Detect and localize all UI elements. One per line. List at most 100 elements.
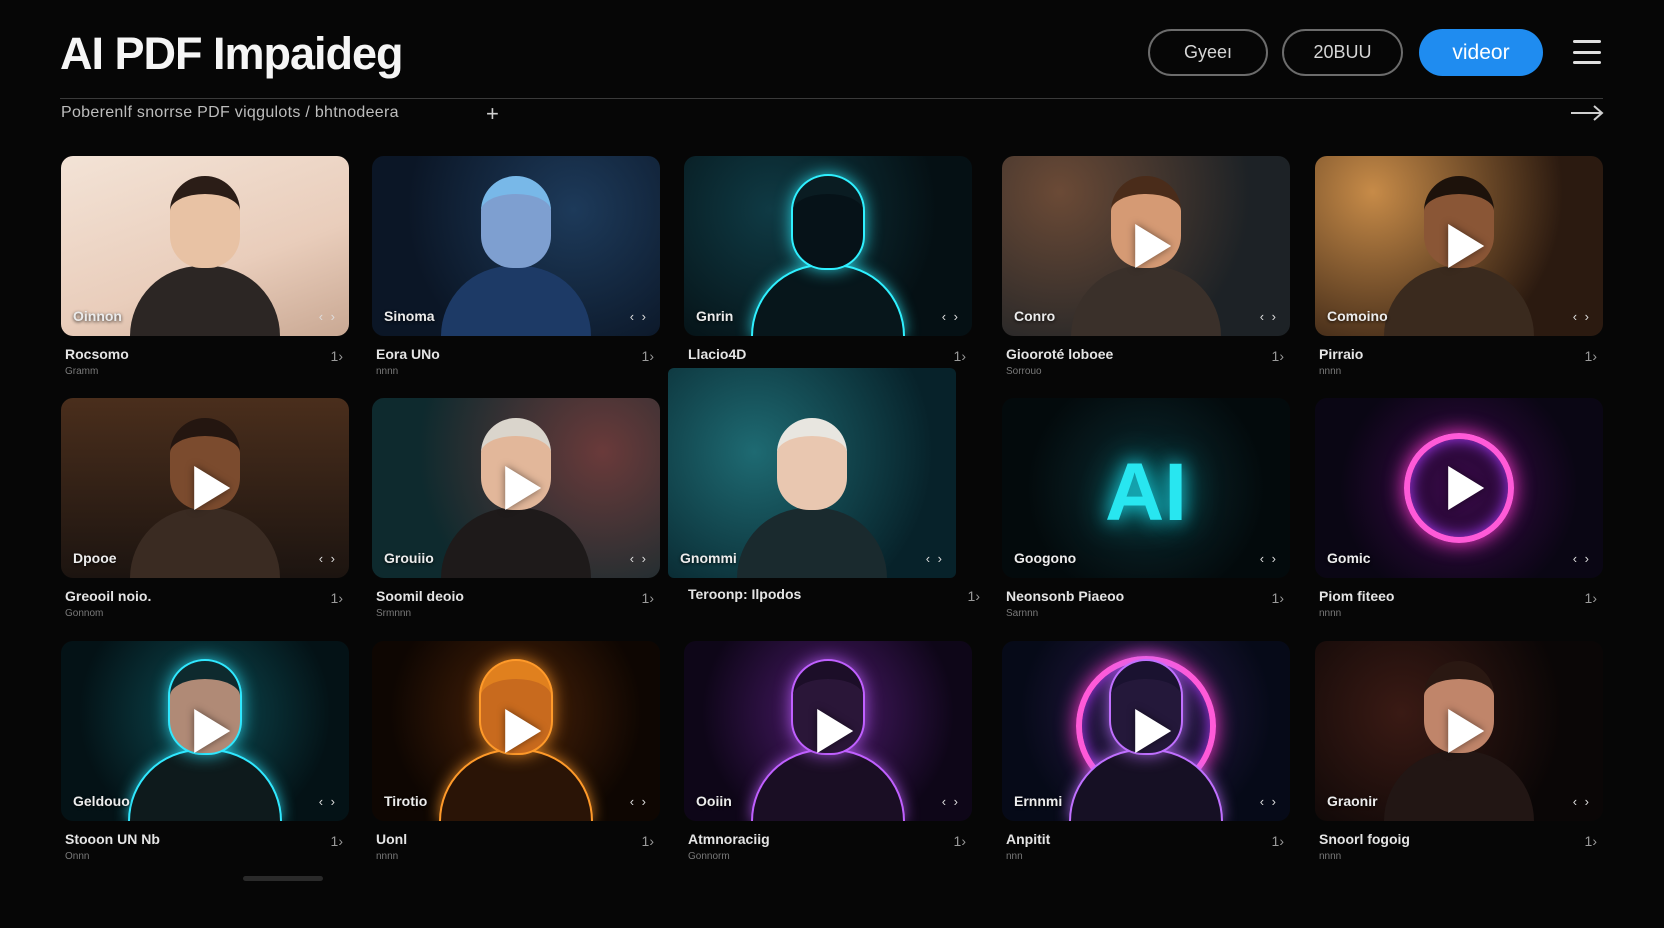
share-icon[interactable]: 1› [331, 833, 343, 849]
video-thumbnail[interactable]: Comoino ‹ › [1315, 156, 1603, 336]
share-icon[interactable]: 1› [1272, 348, 1284, 364]
expand-icon[interactable]: ‹ › [1573, 309, 1591, 324]
video-button[interactable]: videor [1419, 29, 1543, 76]
card-title[interactable]: Anpitit [1006, 831, 1050, 847]
header-button-2[interactable]: 20BUU [1282, 29, 1403, 76]
video-thumbnail[interactable]: Oinnon ‹ › [61, 156, 349, 336]
expand-icon[interactable]: ‹ › [1573, 551, 1591, 566]
play-icon[interactable] [505, 709, 542, 753]
card-title[interactable]: Uonl [376, 831, 407, 847]
play-icon[interactable] [1135, 709, 1172, 753]
share-icon[interactable]: 1› [954, 833, 966, 849]
video-card[interactable]: Gomic ‹ › Piom fiteeo nnnn 1› [1315, 398, 1603, 620]
card-title[interactable]: Soomil deoio [376, 588, 464, 604]
card-title[interactable]: Pirraio [1319, 346, 1363, 362]
video-thumbnail[interactable]: Gomic ‹ › [1315, 398, 1603, 578]
video-card[interactable]: Sinoma ‹ › Eora UNo nnnn 1› [372, 156, 660, 378]
expand-icon[interactable]: ‹ › [1260, 551, 1278, 566]
video-thumbnail[interactable]: Graonir ‹ › [1315, 641, 1603, 821]
expand-icon[interactable]: ‹ › [1260, 794, 1278, 809]
thumbnail-label: Googono [1014, 550, 1077, 566]
thumbnail-label: Gomic [1327, 550, 1371, 566]
share-icon[interactable]: 1› [642, 833, 654, 849]
expand-icon[interactable]: ‹ › [319, 551, 337, 566]
play-icon[interactable] [1448, 466, 1485, 510]
video-card[interactable]: Gnrin ‹ › Llacio4D 1› [684, 156, 972, 378]
video-thumbnail[interactable]: Ooiin ‹ › [684, 641, 972, 821]
expand-icon[interactable]: ‹ › [1260, 309, 1278, 324]
video-card[interactable]: Gnommi ‹ › Teroonp: Ilpodos 1› [668, 368, 986, 608]
card-title[interactable]: Giooroté loboee [1006, 346, 1113, 362]
video-thumbnail[interactable]: AI Googono ‹ › [1002, 398, 1290, 578]
video-card[interactable]: Oinnon ‹ › Rocsomo Gramm 1› [61, 156, 349, 378]
share-icon[interactable]: 1› [642, 348, 654, 364]
share-icon[interactable]: 1› [331, 348, 343, 364]
video-card[interactable]: Graonir ‹ › Snoorl fogoig nnnn 1› [1315, 641, 1603, 863]
card-title[interactable]: Snoorl fogoig [1319, 831, 1410, 847]
video-thumbnail[interactable]: Ernnmi ‹ › [1002, 641, 1290, 821]
video-card[interactable]: Dpooe ‹ › Greooil noio. Gonnom 1› [61, 398, 349, 620]
play-icon[interactable] [1448, 224, 1485, 268]
play-icon[interactable] [817, 709, 854, 753]
plus-icon[interactable]: + [486, 101, 499, 127]
card-title[interactable]: Piom fiteeo [1319, 588, 1394, 604]
share-icon[interactable]: 1› [968, 588, 980, 604]
expand-icon[interactable]: ‹ › [630, 309, 648, 324]
play-icon[interactable] [194, 709, 231, 753]
share-icon[interactable]: 1› [1272, 590, 1284, 606]
video-card[interactable]: Tirotio ‹ › Uonl nnnn 1› [372, 641, 660, 863]
card-title[interactable]: Neonsonb Piaeoo [1006, 588, 1124, 604]
expand-icon[interactable]: ‹ › [926, 551, 944, 566]
video-thumbnail[interactable]: Gnommi ‹ › [668, 368, 956, 578]
share-icon[interactable]: 1› [954, 348, 966, 364]
video-card[interactable]: Grouiio ‹ › Soomil deoio Srmnnn 1› [372, 398, 660, 620]
share-icon[interactable]: 1› [642, 590, 654, 606]
share-icon[interactable]: 1› [1585, 590, 1597, 606]
card-title[interactable]: Atmnoraciig [688, 831, 770, 847]
play-icon[interactable] [1448, 709, 1485, 753]
expand-icon[interactable]: ‹ › [319, 794, 337, 809]
share-icon[interactable]: 1› [1585, 833, 1597, 849]
expand-icon[interactable]: ‹ › [630, 794, 648, 809]
thumbnail-label: Conro [1014, 308, 1056, 324]
card-title[interactable]: Rocsomo [65, 346, 129, 362]
card-title[interactable]: Greooil noio. [65, 588, 151, 604]
expand-icon[interactable]: ‹ › [319, 309, 337, 324]
person-figure [737, 408, 887, 578]
play-icon[interactable] [1135, 224, 1172, 268]
play-icon[interactable] [505, 466, 542, 510]
scroll-indicator[interactable] [243, 876, 323, 881]
arrow-right-icon[interactable] [1570, 102, 1604, 124]
play-icon[interactable] [194, 466, 231, 510]
video-card[interactable]: Ooiin ‹ › Atmnoraciig Gonnorm 1› [684, 641, 972, 863]
header-button-1[interactable]: Gyeeı [1148, 29, 1268, 76]
card-subtitle: Srmnnn [376, 608, 412, 619]
video-card[interactable]: Conro ‹ › Giooroté loboee Sorrouo 1› [1002, 156, 1290, 378]
expand-icon[interactable]: ‹ › [630, 551, 648, 566]
card-title[interactable]: Teroonp: Ilpodos [688, 586, 801, 602]
card-meta: Uonl nnnn 1› [372, 821, 660, 863]
video-thumbnail[interactable]: Conro ‹ › [1002, 156, 1290, 336]
expand-icon[interactable]: ‹ › [1573, 794, 1591, 809]
share-icon[interactable]: 1› [331, 590, 343, 606]
expand-icon[interactable]: ‹ › [942, 309, 960, 324]
card-title[interactable]: Stooon UN Nb [65, 831, 160, 847]
ai-logo-graphic: AI [1105, 447, 1187, 538]
video-card[interactable]: Comoino ‹ › Pirraio nnnn 1› [1315, 156, 1603, 378]
video-card[interactable]: Ernnmi ‹ › Anpitit nnn 1› [1002, 641, 1290, 863]
card-title[interactable]: Eora UNo [376, 346, 440, 362]
video-card[interactable]: Geldouo ‹ › Stooon UN Nb Onnn 1› [61, 641, 349, 863]
video-thumbnail[interactable]: Geldouo ‹ › [61, 641, 349, 821]
hamburger-icon[interactable] [1573, 40, 1601, 64]
share-icon[interactable]: 1› [1585, 348, 1597, 364]
video-thumbnail[interactable]: Sinoma ‹ › [372, 156, 660, 336]
video-card[interactable]: AI Googono ‹ › Neonsonb Piaeoo Sarnnn 1› [1002, 398, 1290, 620]
thumbnail-label: Graonir [1327, 793, 1378, 809]
video-thumbnail[interactable]: Tirotio ‹ › [372, 641, 660, 821]
video-thumbnail[interactable]: Dpooe ‹ › [61, 398, 349, 578]
share-icon[interactable]: 1› [1272, 833, 1284, 849]
video-thumbnail[interactable]: Gnrin ‹ › [684, 156, 972, 336]
video-thumbnail[interactable]: Grouiio ‹ › [372, 398, 660, 578]
card-title[interactable]: Llacio4D [688, 346, 746, 362]
expand-icon[interactable]: ‹ › [942, 794, 960, 809]
